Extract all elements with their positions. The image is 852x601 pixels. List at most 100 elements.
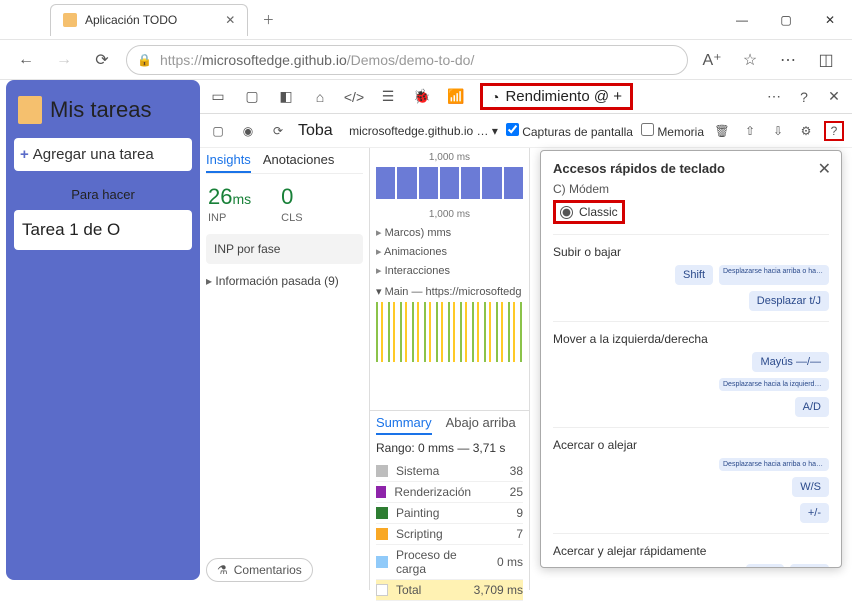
- modem-label: C) Módem: [553, 182, 829, 196]
- track-animations[interactable]: Animaciones: [376, 245, 523, 258]
- metric-inp: 26ms INP: [208, 184, 251, 224]
- elements-icon[interactable]: ◧: [276, 87, 296, 107]
- legend-row: Proceso de carga0 ms: [376, 545, 523, 580]
- key: WI'S: [790, 564, 829, 568]
- recording-name: Toba: [298, 122, 333, 140]
- more-tabs-icon[interactable]: ⋯: [764, 87, 784, 107]
- app-title: Mis tareas: [18, 96, 188, 124]
- ruler-top: 1,000 ms: [376, 152, 523, 163]
- classic-radio-input[interactable]: [560, 206, 573, 219]
- shortcut-group-updown: Subir o bajar Shift Desplazarse hacia ar…: [553, 234, 829, 321]
- reload-record-icon[interactable]: ⟳: [268, 121, 288, 141]
- comments-button[interactable]: ⚗ Comentarios: [206, 558, 313, 582]
- key: Desplazarse hacia arriba o hacia abajo: [719, 458, 829, 471]
- devtools-help-icon[interactable]: ?: [794, 87, 814, 107]
- tab-title: Aplicación TODO: [85, 13, 177, 27]
- shortcut-group-fastzoom: Acercar y alejar rápidamente Shift WI'S …: [553, 533, 829, 568]
- legend-total: Total3,709 ms: [376, 580, 523, 601]
- read-aloud-button[interactable]: A⁺: [698, 46, 726, 74]
- close-window-button[interactable]: ✕: [808, 0, 852, 40]
- new-tab-button[interactable]: ＋: [256, 8, 280, 32]
- plus-icon: +: [20, 146, 29, 163]
- shortcuts-popup: ✕ Accesos rápidos de teclado C) Módem Cl…: [540, 150, 842, 568]
- performance-tab-label: Rendimiento @ +: [505, 88, 622, 105]
- add-task-label: Agregar una tarea: [33, 146, 154, 163]
- key: A/D: [795, 397, 829, 417]
- flame-chart[interactable]: [376, 302, 523, 362]
- forward-button: →: [50, 46, 78, 74]
- bottom-panel: Summary Abajo arriba Rango: 0 mms — 3,71…: [370, 410, 529, 590]
- key: Shift: [746, 564, 784, 568]
- overview-minimap[interactable]: [376, 167, 523, 199]
- screenshots-checkbox[interactable]: Capturas de pantalla: [506, 123, 633, 139]
- track-interactions[interactable]: Interacciones: [376, 264, 523, 277]
- shortcut-group-zoom: Acercar o alejar Desplazarse hacia arrib…: [553, 427, 829, 533]
- sources-icon[interactable]: </>: [344, 87, 364, 107]
- track-frames[interactable]: Marcos) mms: [376, 226, 523, 239]
- sidebar-button[interactable]: ◫: [812, 46, 840, 74]
- domain-dropdown[interactable]: microsoftedge.github.io … ▾: [349, 124, 498, 138]
- key: W/S: [792, 477, 829, 497]
- classic-radio[interactable]: Classic: [553, 200, 625, 224]
- upload-icon[interactable]: ⇧: [740, 121, 760, 141]
- task-item[interactable]: Tarea 1 de O: [14, 210, 192, 250]
- lock-icon: 🔒: [137, 53, 152, 67]
- inp-phase-card[interactable]: INP por fase: [206, 234, 363, 264]
- favorite-button[interactable]: ☆: [736, 46, 764, 74]
- window-titlebar: Aplicación TODO ✕ ＋ — ▢ ✕: [0, 0, 852, 40]
- key: Desplazarse hacia arriba o hacia abajo: [719, 265, 829, 285]
- range-text: Rango: 0 mms — 3,71 s: [376, 441, 523, 455]
- trash-icon[interactable]: 🗑: [712, 121, 732, 141]
- home-icon[interactable]: ⌂: [310, 87, 330, 107]
- menu-button[interactable]: ⋯: [774, 46, 802, 74]
- memory-checkbox[interactable]: Memoria: [641, 123, 704, 139]
- close-tab-icon[interactable]: ✕: [225, 13, 235, 27]
- devtools-close-icon[interactable]: ✕: [824, 87, 844, 107]
- refresh-button[interactable]: ⟳: [88, 46, 116, 74]
- tab-insights[interactable]: Insights: [206, 152, 251, 173]
- performance-toolbar: ▢ ◉ ⟳ Toba microsoftedge.github.io … ▾ C…: [200, 114, 852, 148]
- tab-annotations[interactable]: Anotaciones: [263, 152, 335, 173]
- clipboard-icon: [18, 96, 42, 124]
- performance-tab[interactable]: ◔ Rendimiento @ +: [480, 83, 633, 110]
- browser-tab[interactable]: Aplicación TODO ✕: [50, 4, 248, 36]
- device-icon[interactable]: ▢: [242, 87, 262, 107]
- settings-icon[interactable]: ⚙: [796, 121, 816, 141]
- todo-section-header: Para hacer: [14, 187, 192, 202]
- shortcuts-help-icon[interactable]: ?: [824, 121, 844, 141]
- gauge-icon: ◔: [491, 89, 499, 105]
- back-button[interactable]: ←: [12, 46, 40, 74]
- legend-row: Sistema38: [376, 461, 523, 482]
- clipboard-icon: [63, 13, 77, 27]
- bug-icon[interactable]: 🐞: [412, 87, 432, 107]
- address-bar[interactable]: 🔒 https://microsoftedge.github.io/Demos/…: [126, 45, 688, 75]
- download-icon[interactable]: ⇩: [768, 121, 788, 141]
- tab-bottom-up[interactable]: Abajo arriba: [446, 415, 516, 435]
- popup-title: Accesos rápidos de teclado: [553, 161, 829, 176]
- minimize-button[interactable]: —: [720, 0, 764, 40]
- insights-sidebar: Insights Anotaciones 26ms INP 0 CLS INP …: [200, 148, 370, 590]
- flask-icon: ⚗: [217, 563, 228, 577]
- inspect-icon[interactable]: ▭: [208, 87, 228, 107]
- track-main[interactable]: Main — https://microsoftedg: [376, 285, 523, 362]
- address-bar-row: ← → ⟳ 🔒 https://microsoftedge.github.io/…: [0, 40, 852, 80]
- todo-app-panel: Mis tareas + Agregar una tarea Para hace…: [6, 80, 200, 580]
- tab-summary[interactable]: Summary: [376, 415, 432, 435]
- record-dot-icon[interactable]: ◉: [238, 121, 258, 141]
- ruler-bottom: 1,000 ms: [376, 209, 523, 220]
- wifi-icon[interactable]: 📶: [446, 87, 466, 107]
- app-title-text: Mis tareas: [50, 97, 151, 123]
- record-icon[interactable]: ▢: [208, 121, 228, 141]
- popup-close-icon[interactable]: ✕: [818, 159, 831, 179]
- past-info-row[interactable]: Información pasada (9): [206, 274, 363, 288]
- network-icon[interactable]: ☰: [378, 87, 398, 107]
- key: Desplazar t/J: [749, 291, 829, 311]
- metric-cls: 0 CLS: [281, 184, 302, 224]
- shortcut-group-leftright: Mover a la izquierda/derecha Mayús —/— D…: [553, 321, 829, 427]
- maximize-button[interactable]: ▢: [764, 0, 808, 40]
- key: Shift: [675, 265, 713, 285]
- add-task-input[interactable]: + Agregar una tarea: [14, 138, 192, 171]
- classic-label: Classic: [579, 205, 618, 219]
- devtools-tab-strip: ▭ ▢ ◧ ⌂ </> ☰ 🐞 📶 ◔ Rendimiento @ + ⋯ ? …: [200, 80, 852, 114]
- legend-row: Renderización25: [376, 482, 523, 503]
